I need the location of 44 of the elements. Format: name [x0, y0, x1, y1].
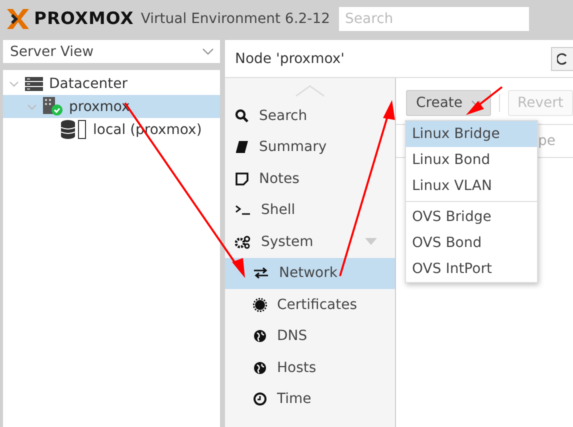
- menu-item[interactable]: Linux VLAN: [406, 173, 537, 199]
- menu-item[interactable]: OVS IntPort: [406, 256, 537, 282]
- nav-item[interactable]: Summary: [225, 132, 395, 163]
- nav-item[interactable]: DNS: [225, 320, 395, 352]
- reload-button[interactable]: [551, 46, 573, 70]
- nav-item[interactable]: Certificates: [225, 289, 395, 320]
- search-icon: [235, 108, 249, 123]
- note-icon: [235, 172, 249, 186]
- gears-icon: [235, 234, 251, 249]
- menu-item[interactable]: Linux Bridge: [406, 121, 537, 147]
- terminal-icon: [235, 204, 251, 216]
- logo-icon: [5, 8, 31, 30]
- menu-button[interactable]: Create: [406, 90, 491, 116]
- view-selector[interactable]: Server View: [3, 40, 220, 63]
- chevron-down-icon: [470, 100, 481, 106]
- server-online-icon: [43, 97, 63, 116]
- search-field[interactable]: Search: [339, 7, 530, 31]
- clock-icon: [253, 392, 267, 406]
- reload-icon: [557, 52, 568, 66]
- nav-item[interactable]: Search: [225, 100, 395, 132]
- globe-icon: [253, 329, 267, 344]
- logo-text: PROXMOX: [34, 9, 134, 29]
- menu-item[interactable]: OVS Bond: [406, 230, 537, 256]
- database-icon: [61, 120, 87, 139]
- tree-item[interactable]: Datacenter: [3, 72, 220, 95]
- nav-item[interactable]: Hosts: [225, 352, 395, 384]
- globe-icon: [253, 360, 267, 375]
- seal-icon: [253, 298, 267, 312]
- nav-item[interactable]: Time: [225, 384, 395, 415]
- menu-item[interactable]: OVS Bridge: [406, 204, 537, 230]
- nav-item[interactable]: Notes: [225, 163, 395, 194]
- caret-icon: [365, 238, 377, 246]
- nav-item[interactable]: System: [225, 226, 395, 258]
- chevron-icon: [9, 80, 19, 88]
- nav-item[interactable]: Network: [225, 258, 395, 289]
- chevron-down-icon: [202, 48, 214, 56]
- panel-title: Node 'proxmox': [235, 50, 344, 66]
- chevron-icon: [27, 102, 37, 110]
- product-title: Virtual Environment 6.2-12: [140, 11, 330, 27]
- annotation-arrow: [466, 86, 503, 115]
- nav-item[interactable]: Shell: [225, 194, 395, 226]
- exchange-icon: [253, 267, 269, 280]
- menu-item[interactable]: Linux Bond: [406, 147, 537, 173]
- server-rack-icon: [25, 76, 43, 90]
